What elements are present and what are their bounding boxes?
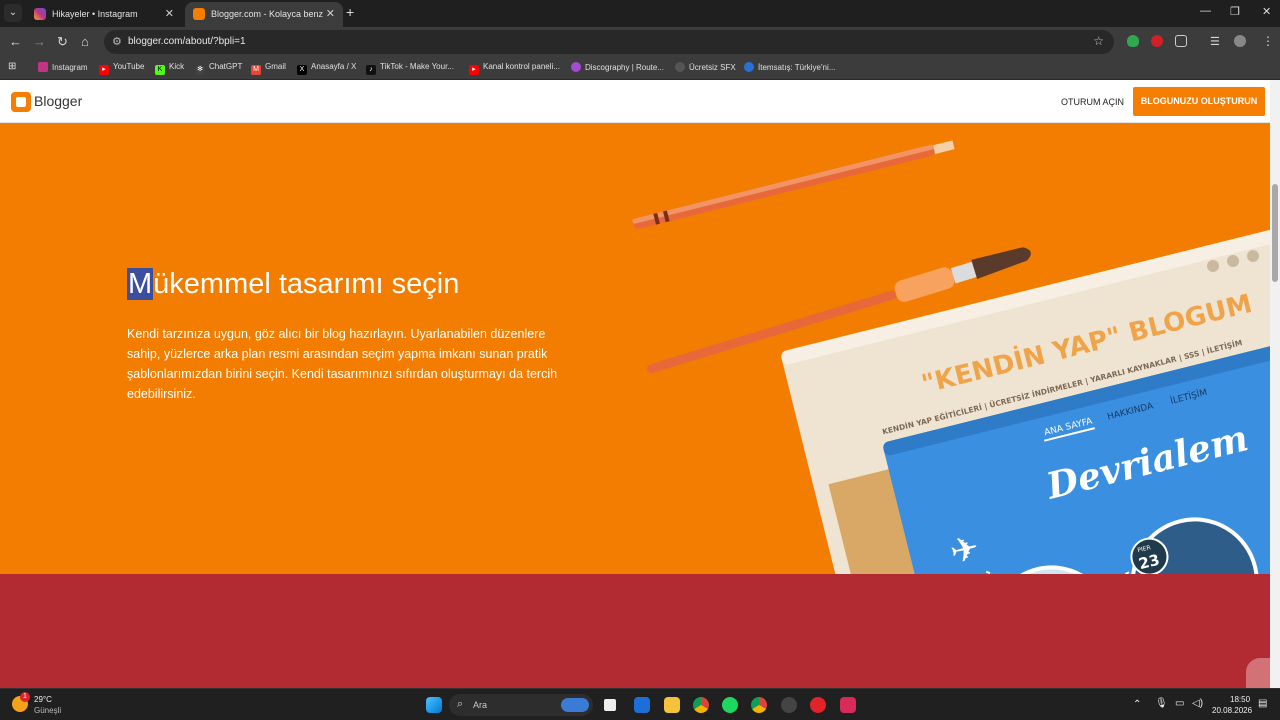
search-icon: ⌕ [457, 698, 464, 710]
itemsatis-icon [744, 62, 754, 72]
bookmark-star-icon[interactable]: ☆ [1093, 34, 1104, 48]
hero-illustration: "KENDİN YAP" BLOGUM KENDİN YAP EĞİTİCİLE… [632, 140, 1270, 574]
bookmark-sfx[interactable]: Ücretsiz SFX [675, 62, 736, 72]
tab-media-icon[interactable]: ☰ [1210, 35, 1220, 48]
close-icon[interactable]: ✕ [165, 7, 174, 20]
red-extension-icon[interactable] [1151, 35, 1163, 47]
start-icon[interactable] [426, 697, 442, 713]
mic-icon[interactable]: 🎙 [1155, 698, 1168, 709]
youtube-icon: ▸ [99, 65, 109, 75]
browser-toolbar: ← → ↻ ⌂ ⚙ blogger.com/about/?bpli=1 ☆ ☰ … [0, 27, 1280, 57]
address-bar[interactable]: ⚙ blogger.com/about/?bpli=1 ☆ [104, 30, 1114, 54]
bookmark-youtube-studio[interactable]: ▸ Kanal kontrol paneli... [469, 62, 560, 75]
clock-date[interactable]: 20.08.2026 [1212, 706, 1252, 715]
tiktok-icon: ♪ [366, 65, 376, 75]
blogger-header: Blogger OTURUM AÇIN BLOGUNUZU OLUŞTURUN [0, 80, 1270, 123]
chat-widget[interactable] [1246, 658, 1270, 688]
social-icon [1207, 260, 1219, 272]
bookmark-routenote[interactable]: Discography | Route... [571, 62, 664, 72]
bookmarks-bar: ⊞ Instagram ▸ YouTube K Kick ✻ ChatGPT M Gma… [0, 57, 1280, 80]
social-icon [1227, 255, 1239, 267]
bookmark-kick[interactable]: K Kick [155, 62, 184, 75]
minimize-icon[interactable]: — [1200, 5, 1211, 17]
new-tab-icon[interactable]: + [346, 4, 354, 20]
title-rest: ükemmel tasarımı seçin [153, 268, 460, 300]
globe-icon [675, 62, 685, 72]
hero-section: Mükemmel tasarımı seçin Kendi tarzınıza … [0, 123, 1270, 574]
app-pink-icon[interactable] [840, 697, 856, 713]
gmail-icon: M [251, 65, 261, 75]
file-explorer-icon[interactable] [664, 697, 680, 713]
apps-grid-icon[interactable]: ⊞ [8, 61, 16, 72]
search-highlight-icon [561, 698, 589, 712]
hero-description: Kendi tarzınıza uygun, göz alıcı bir blo… [127, 327, 558, 401]
reload-icon[interactable]: ↻ [57, 34, 68, 50]
create-blog-button[interactable]: BLOGUNUZU OLUŞTURUN [1133, 87, 1265, 116]
spotify-icon[interactable] [722, 697, 738, 713]
back-icon[interactable]: ← [9, 34, 22, 49]
tab-strip: ⌄ Hikayeler • Instagram ✕ Blogger.com - … [0, 0, 1280, 27]
scrollbar-thumb[interactable] [1272, 184, 1278, 282]
forward-icon[interactable]: → [33, 34, 46, 49]
app-icon[interactable] [781, 697, 797, 713]
scrollbar[interactable] [1270, 80, 1280, 688]
instagram-icon [34, 8, 46, 20]
x-icon: X [297, 65, 307, 75]
chrome-active-icon[interactable] [751, 697, 767, 713]
page-title: Mükemmel tasarımı seçin [127, 268, 459, 301]
windows-taskbar: 1 29°C Güneşli ⌕ Ara ⌃ 🎙 ▭ ◁) 18:50 20.0… [0, 688, 1280, 720]
bookmark-instagram[interactable]: Instagram [38, 62, 88, 72]
close-icon[interactable]: ✕ [326, 7, 335, 20]
blogger-brand[interactable]: Blogger [34, 93, 82, 109]
page-viewport: Blogger OTURUM AÇIN BLOGUNUZU OLUŞTURUN … [0, 80, 1270, 688]
home-icon[interactable]: ⌂ [81, 34, 89, 49]
search-placeholder: Ara [473, 700, 488, 710]
social-icon [1247, 250, 1259, 262]
site-info-icon[interactable]: ⚙ [112, 35, 122, 48]
profile-avatar-icon[interactable] [1234, 35, 1246, 47]
network-icon[interactable]: ▭ [1175, 698, 1184, 709]
taskbar-search[interactable]: ⌕ Ara [449, 694, 593, 716]
chatgpt-icon: ✻ [195, 65, 205, 75]
store-icon[interactable] [634, 697, 650, 713]
menu-kebab-icon[interactable]: ⋮ [1262, 34, 1274, 48]
extensions-puzzle-icon[interactable] [1175, 35, 1187, 47]
bookmark-tiktok[interactable]: ♪ TikTok - Make Your... [366, 62, 454, 75]
blogger-logo-icon[interactable] [11, 92, 31, 112]
weather-badge: 1 [20, 692, 30, 702]
shield-extension-icon[interactable] [1127, 35, 1139, 47]
youtube-icon: ▸ [469, 65, 479, 75]
app-red-icon[interactable] [810, 697, 826, 713]
bookmark-itemsatis[interactable]: İtemsatış: Türkiye'ni... [744, 62, 835, 72]
weather-condition: Güneşli [34, 706, 62, 715]
routenote-icon [571, 62, 581, 72]
chrome-icon[interactable] [693, 697, 709, 713]
pencil-illustration [632, 140, 955, 229]
tray-chevron-icon[interactable]: ⌃ [1133, 699, 1141, 710]
task-view-icon[interactable] [604, 699, 616, 711]
signin-link[interactable]: OTURUM AÇIN [1061, 97, 1124, 107]
tab-blogger[interactable]: Blogger.com - Kolayca benzersi ✕ [185, 2, 343, 27]
window-close-icon[interactable]: ✕ [1262, 5, 1271, 18]
weather-temp: 29°C [34, 695, 52, 704]
maximize-icon[interactable]: ❐ [1230, 5, 1240, 18]
kick-icon: K [155, 65, 165, 75]
blogger-icon [193, 8, 205, 20]
tab-title: Hikayeler • Instagram [52, 9, 138, 19]
tab-instagram[interactable]: Hikayeler • Instagram ✕ [26, 2, 182, 27]
volume-icon[interactable]: ◁) [1192, 698, 1203, 709]
instagram-icon [38, 62, 48, 72]
selected-text: M [127, 268, 154, 300]
bookmark-chatgpt[interactable]: ✻ ChatGPT [195, 62, 242, 75]
bookmark-gmail[interactable]: M Gmail [251, 62, 286, 75]
features-section [0, 574, 1270, 688]
clock-time[interactable]: 18:50 [1230, 695, 1250, 704]
tab-title: Blogger.com - Kolayca benzersi [211, 9, 323, 19]
tab-search-button[interactable]: ⌄ [4, 4, 22, 22]
notification-icon[interactable]: ▤ [1258, 698, 1267, 709]
bookmark-youtube[interactable]: ▸ YouTube [99, 62, 144, 75]
bookmark-x[interactable]: X Anasayfa / X [297, 62, 356, 75]
url-text: blogger.com/about/?bpli=1 [128, 36, 246, 47]
